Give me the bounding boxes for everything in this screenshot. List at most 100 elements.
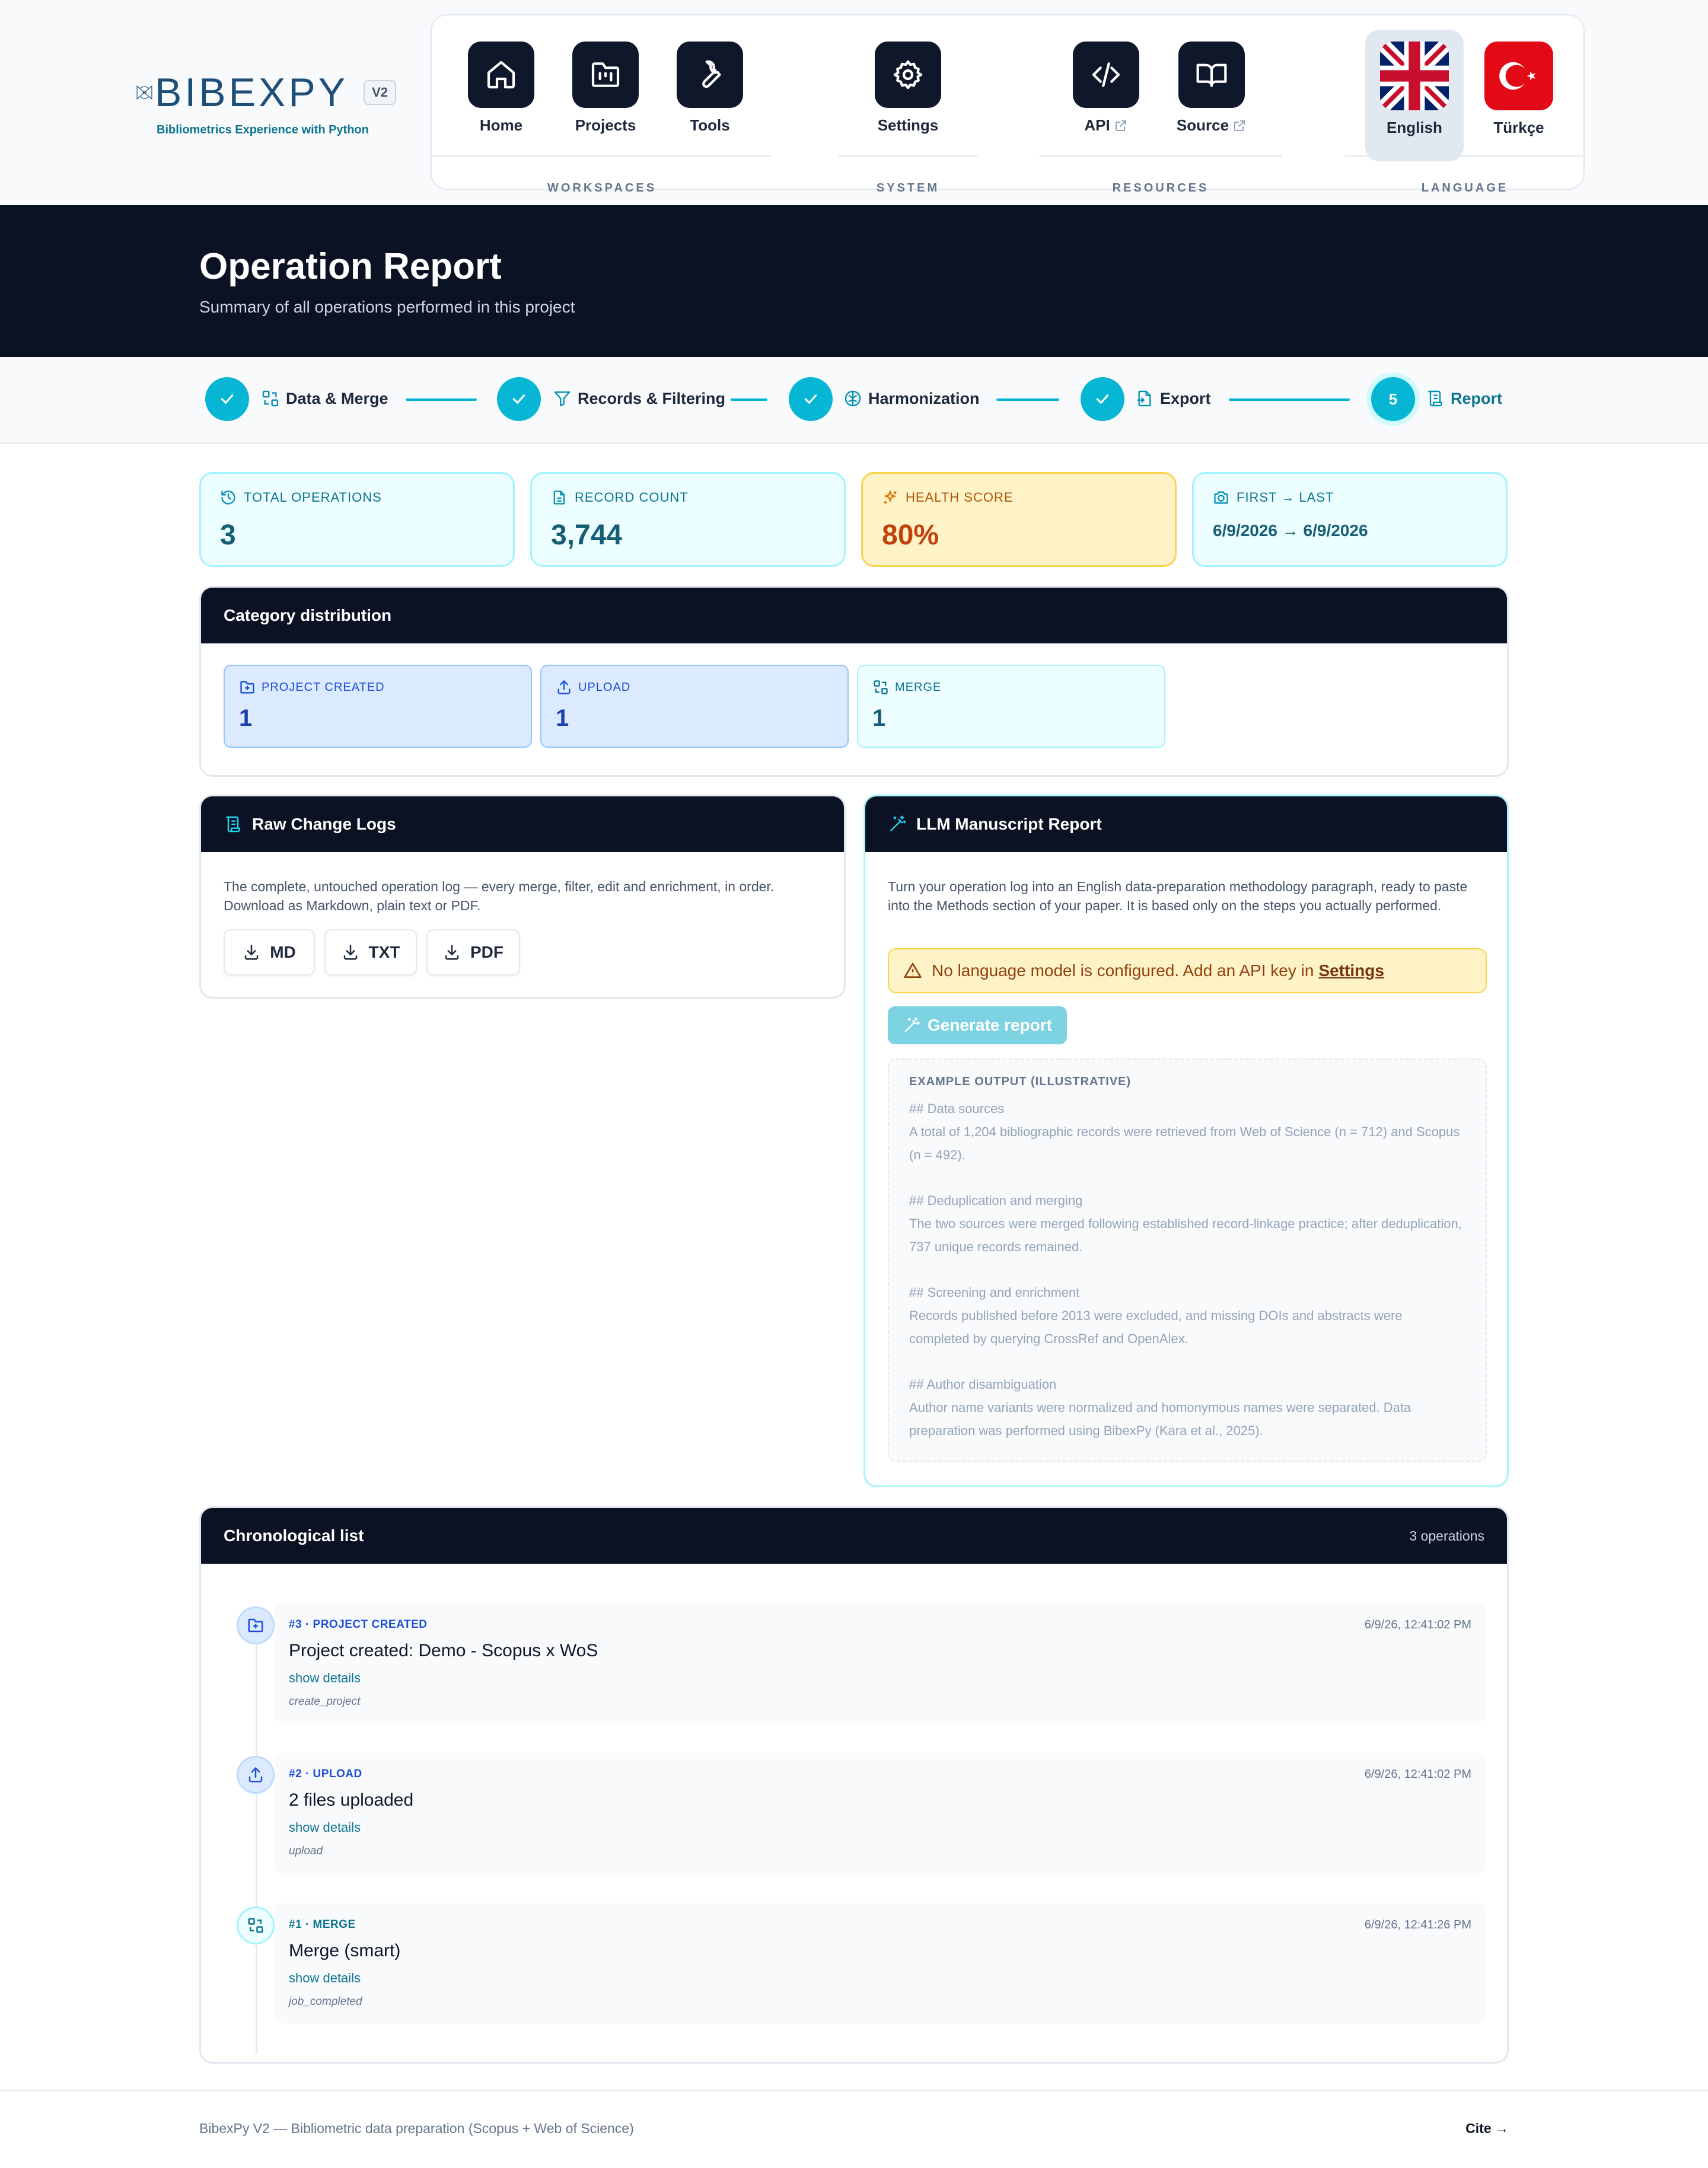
download-md-button[interactable]: MD [224, 929, 315, 975]
list-item: #2 · UPLOAD 6/9/26, 12:41:02 PM 2 files … [275, 1752, 1486, 1873]
stat-first-last: FIRST → LAST 6/9/2026 → 6/9/2026 [1192, 472, 1508, 567]
footer: BibexPy V2 — Bibliometric data preparati… [0, 2090, 1708, 2168]
nav-projects[interactable]: Projects [561, 42, 650, 135]
magic-wand-icon [904, 1017, 920, 1032]
nav-home[interactable]: Home [457, 42, 546, 135]
stat-total-operations: TOTAL OPERATIONS 3 [199, 472, 515, 567]
settings-link[interactable]: Settings [1318, 961, 1384, 980]
step-connector [1229, 398, 1350, 401]
step-4[interactable]: Export [1135, 389, 1211, 408]
nav-settings[interactable]: Settings [863, 42, 952, 135]
operation-timestamp: 6/9/26, 12:41:02 PM [1364, 1768, 1471, 1781]
generate-report-label: Generate report [927, 1016, 1053, 1034]
raw-change-logs-panel: Raw Change Logs The complete, untouched … [199, 795, 846, 999]
category-head: UPLOAD [556, 679, 833, 696]
show-details-link[interactable]: show details [289, 1820, 1471, 1835]
merge-icon [874, 680, 888, 694]
step-2[interactable]: Records & Filtering [553, 389, 725, 408]
category-head: PROJECT CREATED [239, 679, 517, 696]
example-output-label: EXAMPLE OUTPUT (ILLUSTRATIVE) [909, 1075, 1132, 1088]
step-1[interactable]: Data & Merge [261, 389, 388, 408]
nav-source-label-row: Source [1167, 116, 1256, 135]
show-details-link[interactable]: show details [289, 1670, 1471, 1686]
example-section: ## Deduplication and merging The two sou… [909, 1189, 1465, 1258]
download-txt-label: TXT [368, 943, 400, 961]
panel-header: Raw Change Logs [201, 796, 844, 852]
upload-icon [557, 680, 571, 694]
nav-api-label-row: API [1062, 116, 1151, 135]
cite-link[interactable]: Cite → [1465, 2121, 1509, 2137]
external-link-icon [1234, 120, 1245, 131]
step-3[interactable]: Harmonization [843, 389, 980, 408]
brand[interactable]: BIBEXPY V2 Bibliometrics Experience with… [135, 69, 396, 137]
download-icon [343, 945, 357, 960]
nav-source[interactable]: Source [1167, 42, 1256, 135]
operation-code: job_completed [289, 1995, 362, 2008]
operation-code: create_project [289, 1695, 361, 1708]
stat-head: TOTAL OPERATIONS [220, 489, 494, 506]
lang-english[interactable]: English [1365, 30, 1464, 161]
example-section: ## Data sources A total of 1,204 bibliog… [909, 1097, 1465, 1166]
external-link-icon [1115, 120, 1126, 131]
home-button-tile [468, 42, 534, 108]
scroll-text-icon [226, 816, 240, 833]
show-details-link[interactable]: show details [289, 1971, 1471, 1986]
category-value: 1 [556, 705, 569, 731]
nav-tools[interactable]: Tools [665, 42, 754, 135]
nav-api[interactable]: API [1062, 42, 1151, 135]
step-connector [996, 398, 1059, 401]
operation-meta: #2 · UPLOAD [289, 1768, 362, 1780]
chronological-list-panel: Chronological list 3 operations #3 · PRO… [199, 1506, 1509, 2064]
main-nav: Home Projects Tools WORKSPACES Settings … [431, 14, 1585, 195]
download-txt-button[interactable]: TXT [324, 929, 417, 975]
example-text: A total of 1,204 bibliographic records w… [909, 1124, 1460, 1162]
scroll-report-icon [1428, 390, 1442, 407]
gear-icon [893, 60, 923, 90]
operations-count: 3 operations [1409, 1528, 1484, 1544]
operation-timestamp: 6/9/26, 12:41:02 PM [1364, 1618, 1471, 1631]
uk-flag-icon [1380, 42, 1449, 110]
check-icon [512, 394, 525, 404]
category-label: MERGE [895, 680, 942, 694]
step-5[interactable]: Report [1426, 389, 1502, 408]
panel-title: Raw Change Logs [252, 815, 396, 833]
api-button-tile [1073, 42, 1139, 108]
warning-text: No language model is configured. Add an … [932, 961, 1314, 980]
example-text: Author name variants were normalized and… [909, 1400, 1411, 1438]
stat-value: 3 [220, 519, 236, 551]
step-5-current[interactable]: 5 [1371, 377, 1415, 421]
step-3-check[interactable] [789, 377, 833, 421]
generate-report-button[interactable]: Generate report [888, 1006, 1067, 1044]
merge-icon [248, 1918, 263, 1933]
timeline-line [256, 1627, 257, 2054]
folder-plus-icon [240, 681, 254, 694]
stat-record-count: RECORD COUNT 3,744 [530, 472, 846, 567]
example-heading: ## Data sources [909, 1101, 1005, 1116]
step-2-check[interactable] [497, 377, 541, 421]
example-output: EXAMPLE OUTPUT (ILLUSTRATIVE) ## Data so… [888, 1059, 1487, 1462]
step-4-label: Export [1160, 389, 1211, 407]
example-heading: ## Author disambiguation [909, 1377, 1057, 1392]
list-item: #3 · PROJECT CREATED 6/9/26, 12:41:02 PM… [275, 1603, 1486, 1724]
group-label-resources: RESOURCES [1112, 181, 1209, 195]
version-badge: V2 [364, 80, 396, 105]
nav-api-label: API [1084, 116, 1110, 134]
step-4-check[interactable] [1081, 377, 1124, 421]
stat-head: FIRST → LAST [1213, 489, 1487, 506]
download-md-label: MD [270, 943, 296, 961]
lang-turkce-label: Türkçe [1493, 119, 1544, 136]
folder-kanban-icon [591, 62, 620, 87]
timeline-marker [237, 1606, 275, 1644]
check-icon [804, 394, 817, 404]
download-pdf-button[interactable]: PDF [426, 929, 520, 975]
operation-code: upload [289, 1845, 323, 1857]
step-1-check[interactable] [205, 377, 249, 421]
folder-plus-icon [248, 1618, 263, 1633]
lang-turkce[interactable]: Türkçe [1474, 42, 1563, 137]
group-label-language: LANGUAGE [1421, 181, 1509, 195]
llm-description: Turn your operation log into an English … [888, 879, 1468, 913]
example-heading: ## Screening and enrichment [909, 1285, 1080, 1300]
filter-icon [554, 391, 571, 407]
footer-text: BibexPy V2 — Bibliometric data preparati… [199, 2121, 634, 2136]
category-distribution-panel: Category distribution PROJECT CREATED 1 … [199, 586, 1509, 777]
